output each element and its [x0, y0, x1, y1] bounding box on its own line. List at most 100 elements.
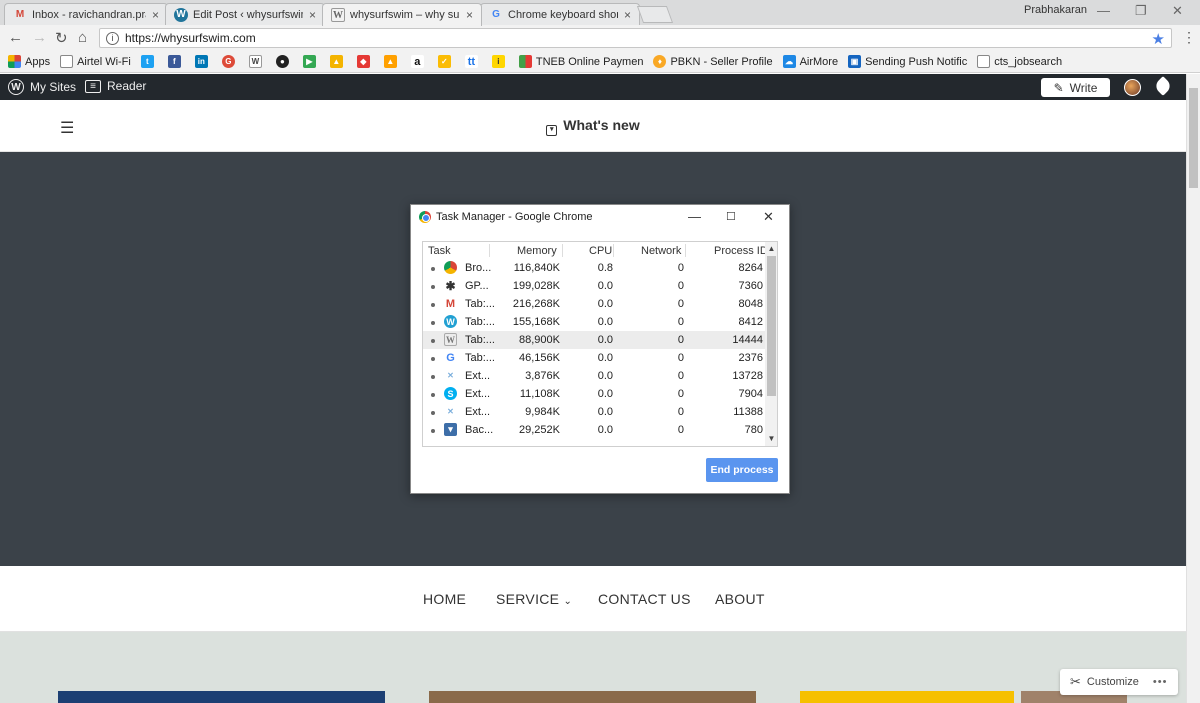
bookmark-play[interactable]: ▶ — [302, 55, 320, 68]
bookmark-airtel[interactable]: Airtel Wi-Fi — [60, 55, 131, 68]
close-icon[interactable]: × — [152, 8, 159, 22]
back-icon[interactable]: ← — [8, 29, 23, 46]
nav-service[interactable]: SERVICE ⌄ — [496, 591, 572, 607]
task-manager-scrollbar[interactable]: ▲ ▼ — [765, 242, 777, 446]
chrome-menu-icon[interactable]: ⋮ — [1182, 29, 1196, 46]
table-row[interactable]: W Tab:... 155,168K 0.0 0 8412 — [423, 313, 765, 331]
avatar[interactable] — [1124, 79, 1141, 96]
nav-contact[interactable]: CONTACT US — [598, 591, 691, 607]
bookmark-facebook[interactable]: f — [167, 55, 185, 68]
bookmark-shield[interactable]: ◆ — [356, 55, 374, 68]
scroll-down-icon[interactable]: ▼ — [765, 434, 777, 443]
bookmark-airmore[interactable]: ☁ AirMore — [782, 55, 838, 68]
bookmark-yellow[interactable]: i — [491, 55, 509, 68]
scrollbar-thumb[interactable] — [767, 256, 776, 396]
window-close-icon[interactable]: ✕ — [1172, 3, 1183, 19]
table-row[interactable]: ✕ Ext... 3,876K 0.0 0 13728 — [423, 367, 765, 385]
close-icon[interactable]: × — [466, 8, 473, 22]
address-bar[interactable]: i https://whysurfswim.com ★ — [99, 28, 1172, 48]
more-icon[interactable]: ••• — [1153, 676, 1168, 688]
post-thumbnail[interactable] — [58, 691, 385, 703]
tab-gmail[interactable]: M Inbox - ravichandran.pra × — [4, 3, 168, 25]
column-memory[interactable]: Memory — [517, 245, 557, 257]
tab-chrome-shortcuts[interactable]: G Chrome keyboard shortc × — [480, 3, 640, 25]
cell-task: Ext... — [465, 370, 491, 382]
bookmark-googleplus[interactable]: G — [221, 55, 239, 68]
shield-icon: ◆ — [356, 55, 370, 68]
bookmark-drive[interactable]: ▲ — [329, 55, 347, 68]
table-row[interactable]: W Tab:... 88,900K 0.0 0 14444 — [423, 331, 765, 349]
notifications-icon[interactable] — [1153, 76, 1173, 96]
bookmark-linkedin[interactable]: in — [194, 55, 212, 68]
bookmark-wikipedia[interactable]: W — [248, 55, 266, 68]
table-row[interactable]: M Tab:... 216,268K 0.0 0 8048 — [423, 295, 765, 313]
minimize-icon[interactable]: — — [688, 209, 701, 224]
column-cpu[interactable]: CPU — [589, 245, 612, 257]
table-row[interactable]: ▾ Bac... 29,252K 0.0 0 780 — [423, 421, 765, 439]
reload-icon[interactable]: ↻ — [55, 29, 68, 47]
cell-process-id: 2376 — [738, 352, 763, 364]
table-row[interactable]: G Tab:... 46,156K 0.0 0 2376 — [423, 349, 765, 367]
end-process-button[interactable]: End process — [706, 458, 778, 482]
bookmark-firebase[interactable]: ▲ — [383, 55, 401, 68]
bookmark-github[interactable]: ● — [275, 55, 293, 68]
bookmark-amazon[interactable]: a — [410, 55, 428, 68]
info-icon[interactable]: i — [106, 31, 119, 45]
bullet-icon — [431, 393, 435, 397]
post-thumbnail[interactable] — [800, 691, 1014, 703]
table-row[interactable]: S Ext... 11,108K 0.0 0 7904 — [423, 385, 765, 403]
cell-process-id: 13728 — [732, 370, 763, 382]
bookmark-tt[interactable]: tt — [464, 55, 482, 68]
scrollbar-thumb[interactable] — [1189, 88, 1198, 188]
profile-name[interactable]: Prabhakaran — [1024, 4, 1087, 16]
bookmark-keep[interactable]: ✓ — [437, 55, 455, 68]
bookmark-star-icon[interactable]: ★ — [1152, 30, 1165, 48]
task-manager-title: Task Manager - Google Chrome — [436, 211, 593, 223]
tab-edit-post[interactable]: W Edit Post ‹ whysurfswim – × — [165, 3, 325, 25]
amazon-icon: a — [410, 55, 424, 68]
column-process-id[interactable]: Process ID — [714, 245, 768, 257]
nav-about[interactable]: ABOUT — [715, 591, 765, 607]
tab-title: Edit Post ‹ whysurfswim – — [193, 8, 303, 21]
page-scrollbar[interactable] — [1186, 74, 1200, 703]
minimize-icon[interactable]: — — [1097, 3, 1110, 18]
tab-whysurfswim[interactable]: W whysurfswim – why surf × — [322, 3, 482, 26]
table-row[interactable]: ✱ GP... 199,028K 0.0 0 7360 — [423, 277, 765, 295]
write-button[interactable]: ✎ Write — [1041, 78, 1110, 97]
bookmark-tneb[interactable]: TNEB Online Paymen — [518, 55, 644, 68]
scroll-up-icon[interactable]: ▲ — [765, 244, 777, 253]
bookmark-push[interactable]: ▣ Sending Push Notific — [848, 55, 967, 68]
post-thumbnail[interactable] — [429, 691, 756, 703]
my-sites-link[interactable]: W My Sites — [8, 79, 76, 95]
table-row[interactable]: Bro... 116,840K 0.8 0 8264 — [423, 259, 765, 277]
cell-memory: 3,876K — [525, 370, 560, 382]
table-row[interactable]: ✕ Ext... 9,984K 0.0 0 11388 — [423, 403, 765, 421]
bookmark-cts[interactable]: cts_jobsearch — [977, 55, 1062, 68]
forward-icon[interactable]: → — [32, 29, 47, 46]
page-icon — [60, 55, 74, 68]
bookmark-label: TNEB Online Paymen — [535, 55, 644, 68]
wordpress-icon: W — [8, 79, 24, 95]
maximize-icon[interactable]: ☐ — [726, 210, 736, 223]
bookmark-twitter[interactable]: t — [140, 55, 158, 68]
close-icon[interactable]: ✕ — [763, 209, 774, 225]
task-manager-titlebar: Task Manager - Google Chrome — [419, 211, 593, 223]
customize-button[interactable]: ✂ Customize ••• — [1060, 669, 1178, 695]
reader-link[interactable]: ≡ Reader — [85, 79, 146, 93]
cell-memory: 116,840K — [513, 262, 560, 274]
home-icon[interactable]: ⌂ — [78, 29, 87, 46]
maximize-icon[interactable]: ❐ — [1135, 3, 1147, 19]
google-icon: G — [446, 351, 455, 364]
cell-cpu: 0.0 — [597, 316, 613, 328]
close-icon[interactable]: × — [309, 8, 316, 22]
bookmark-pbkn[interactable]: ♦ PBKN - Seller Profile — [653, 55, 773, 68]
new-tab-button[interactable] — [636, 6, 674, 23]
bookmark-apps[interactable]: Apps — [8, 55, 50, 68]
bookmark-label: Apps — [25, 55, 51, 68]
column-network[interactable]: Network — [641, 245, 681, 257]
close-icon[interactable]: × — [624, 8, 631, 22]
nav-home[interactable]: HOME — [423, 591, 466, 607]
whats-new-link[interactable]: ▾ What's new — [0, 117, 1186, 136]
airmore-icon: ☁ — [782, 55, 796, 68]
column-task[interactable]: Task — [428, 245, 451, 257]
